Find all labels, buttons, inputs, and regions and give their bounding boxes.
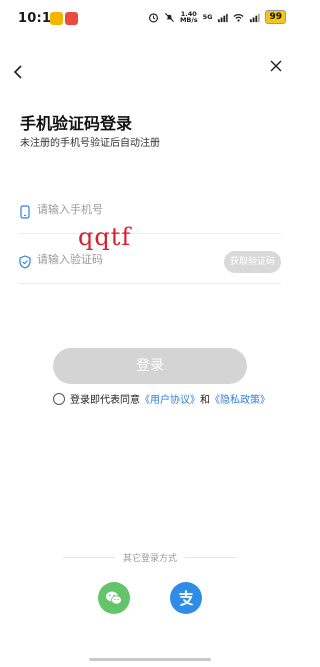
notification-app-icon [50, 12, 63, 25]
agreement-checkbox[interactable] [53, 392, 65, 405]
back-arrow-icon[interactable] [10, 62, 28, 82]
other-login-label: 其它登录方式 [122, 554, 177, 564]
phone-field[interactable] [19, 190, 281, 234]
notification-app-icon [65, 12, 78, 25]
home-indicator [89, 658, 211, 661]
agreement-conjunction: 和 [200, 395, 210, 406]
agreement-text: 登录即代表同意 [70, 395, 140, 406]
phone-input[interactable] [37, 203, 217, 216]
battery-level: 99 [265, 10, 286, 24]
signal-icon [250, 13, 261, 22]
code-field[interactable]: 获取验证码 [19, 240, 281, 284]
captcha-watermark: qqtf [78, 223, 132, 251]
privacy-policy-link[interactable]: 《隐私政策》 [210, 391, 270, 406]
alipay-login-button[interactable] [170, 582, 202, 614]
code-input[interactable] [37, 253, 217, 266]
user-agreement-link[interactable]: 《用户协议》 [140, 391, 200, 406]
get-code-button[interactable]: 获取验证码 [223, 251, 281, 273]
phone-icon [20, 205, 30, 219]
wifi-icon [233, 13, 244, 22]
close-icon[interactable] [268, 58, 284, 74]
network-speed: 1.40 MB/s [179, 10, 198, 24]
alarm-icon [148, 12, 158, 22]
status-indicators: 1.40 MB/s 5G 99 [148, 10, 286, 24]
wechat-login-button[interactable] [98, 582, 130, 614]
network-type: 5G [202, 13, 213, 21]
agreement-row: 登录即代表同意 《用户协议》 和 《隐私政策》 [53, 391, 270, 406]
page-title: 手机验证码登录 [20, 114, 133, 133]
login-button[interactable]: 登录 [53, 348, 247, 384]
status-bar: 10:10 1.40 MB/s 5G 99 [0, 0, 300, 36]
signal-icon [218, 13, 229, 22]
alipay-icon [179, 590, 193, 606]
page-subtitle: 未注册的手机号验证后自动注册 [20, 138, 160, 149]
mute-icon [164, 12, 174, 22]
shield-check-icon [19, 255, 31, 269]
wechat-icon [106, 591, 122, 605]
